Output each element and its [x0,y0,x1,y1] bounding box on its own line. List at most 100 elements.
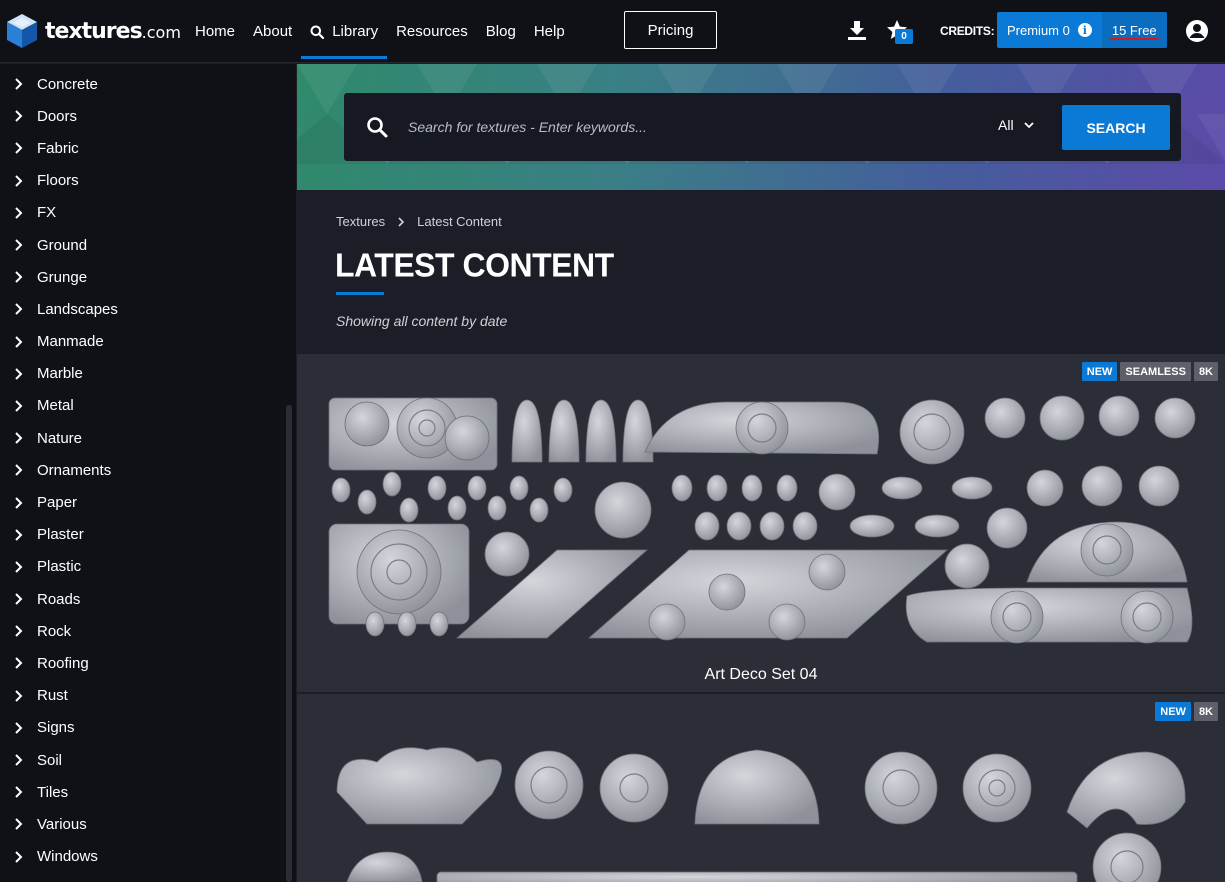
category-list: Concrete Doors Fabric Floors FX Ground Grunge L… [0,64,296,873]
site-logo[interactable]: textures.com [5,12,181,50]
search-filter-dropdown[interactable]: All [998,117,1034,133]
chevron-right-icon [15,174,23,187]
free-credits-button[interactable]: 15 Free [1101,12,1167,48]
chevron-right-icon [15,239,23,251]
search-icon [367,117,388,138]
sidebar-item-grunge[interactable]: Grunge [0,261,296,293]
nav-resources[interactable]: Resources [387,0,477,63]
badge-seamless: SEAMLESS [1120,362,1191,381]
chevron-right-icon [15,78,23,90]
sidebar-item-ground[interactable]: Ground [0,229,296,261]
pricing-button[interactable]: Pricing [624,11,717,49]
logo-cube-icon [7,14,37,48]
content-header: Textures Latest Content LATEST CONTENT S… [297,190,1225,354]
chevron-right-icon [15,657,23,670]
card-title[interactable]: Art Deco Set 04 [297,666,1225,684]
premium-credits-text: Premium 0 [1007,22,1070,38]
breadcrumb: Textures Latest Content [336,214,502,229]
sidebar-item-various[interactable]: Various [0,808,296,840]
chevron-right-icon [398,216,405,227]
badge-resolution: 8K [1193,362,1218,381]
sidebar-item-label: Concrete [37,75,98,93]
page-subtitle: Showing all content by date [336,313,508,329]
sidebar-item-concrete[interactable]: Concrete [0,68,296,100]
sidebar-item-manmade[interactable]: Manmade [0,326,296,358]
sidebar-item-ornaments[interactable]: Ornaments [0,454,296,486]
logo-text: textures.com [45,19,181,44]
card-badges: NEW SEAMLESS 8K [1081,362,1218,381]
sidebar-item-metal[interactable]: Metal [0,390,296,422]
sidebar-item-tiles[interactable]: Tiles [0,776,296,808]
main-nav: Home About Library Resources Blog Help [186,0,574,63]
chevron-right-icon [15,625,23,637]
nav-home[interactable]: Home [186,0,244,63]
sidebar-item-label: Roofing [37,654,89,672]
search-input[interactable] [408,115,928,139]
sidebar-item-rust[interactable]: Rust [0,680,296,712]
chevron-right-icon [15,207,23,219]
sidebar-item-label: Plastic [37,558,82,576]
chevron-right-icon [15,786,23,798]
sidebar-item-nature[interactable]: Nature [0,422,296,454]
search-filter-value: All [998,117,1014,133]
sidebar-scrollbar[interactable] [286,405,292,882]
sidebar-item-fabric[interactable]: Fabric [0,132,296,164]
sidebar-item-landscapes[interactable]: Landscapes [0,293,296,325]
sidebar-item-paper[interactable]: Paper [0,486,296,518]
download-icon[interactable] [845,18,869,42]
nav-library-label: Library [332,23,379,40]
sidebar-item-label: Ornaments [37,461,112,479]
sidebar-item-fx[interactable]: FX [0,197,296,229]
sidebar-item-roofing[interactable]: Roofing [0,647,296,679]
chevron-right-icon [15,529,23,541]
sidebar-item-soil[interactable]: Soil [0,744,296,776]
chevron-right-icon [15,850,23,863]
chevron-right-icon [15,432,23,444]
chevron-right-icon [15,818,23,831]
chevron-right-icon [15,496,23,509]
chevron-right-icon [15,110,23,122]
card-badges: NEW 8K [1155,702,1218,721]
credits-box: Premium 0 i 15 Free [997,12,1167,48]
sidebar-item-label: Signs [37,719,75,737]
nav-library[interactable]: Library [301,0,387,63]
texture-thumbnail [336,747,1186,882]
chevron-right-icon [15,271,23,283]
search-hero-banner: All SEARCH [297,64,1225,190]
sidebar-item-label: Tiles [37,783,69,801]
nav-about[interactable]: About [244,0,301,63]
sidebar-item-plaster[interactable]: Plaster [0,519,296,551]
texture-card[interactable]: NEW SEAMLESS 8K Art Deco Set 04 [297,354,1225,692]
nav-help[interactable]: Help [525,0,574,63]
sidebar-item-label: Ground [37,236,88,254]
sidebar-item-windows[interactable]: Windows [0,841,296,873]
premium-credits-button[interactable]: Premium 0 i [997,12,1102,48]
sidebar-item-doors[interactable]: Doors [0,100,296,132]
sidebar-item-rock[interactable]: Rock [0,615,296,647]
logo-name: textures [45,18,143,44]
nav-blog[interactable]: Blog [477,0,525,63]
sidebar-item-plastic[interactable]: Plastic [0,551,296,583]
chevron-right-icon [15,335,23,348]
badge-new: NEW [1155,702,1191,721]
sidebar-item-floors[interactable]: Floors [0,165,296,197]
breadcrumb-root-link[interactable]: Textures [336,214,385,229]
sidebar-item-marble[interactable]: Marble [0,358,296,390]
search-button[interactable]: SEARCH [1062,105,1170,150]
texture-card[interactable]: NEW 8K [297,694,1225,882]
category-sidebar: Concrete Doors Fabric Floors FX Ground Grunge L… [0,64,296,882]
search-icon [310,25,325,39]
red-underline-mark [1109,38,1159,40]
badge-new: NEW [1081,362,1118,381]
sidebar-item-roads[interactable]: Roads [0,583,296,615]
user-account-icon[interactable] [1185,19,1209,43]
chevron-down-icon [1023,121,1034,128]
chevron-right-icon [15,689,23,702]
top-navigation-bar: textures.com Home About Library Resource… [0,0,1225,63]
chevron-right-icon [15,368,23,380]
info-icon[interactable]: i [1077,23,1092,37]
sidebar-item-signs[interactable]: Signs [0,712,296,744]
breadcrumb-current: Latest Content [417,214,502,229]
sidebar-item-label: Various [37,815,87,833]
sidebar-item-label: Marble [37,365,83,383]
